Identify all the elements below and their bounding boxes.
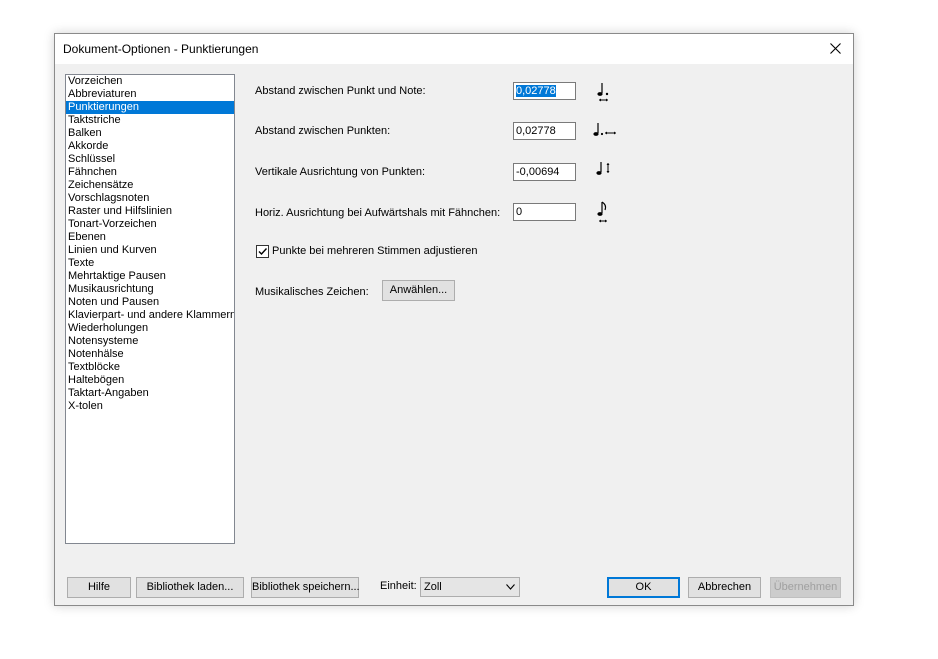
- dot-dot-distance-label: Abstand zwischen Punkten:: [255, 125, 391, 137]
- dot-note-distance-label: Abstand zwischen Punkt und Note:: [255, 85, 426, 97]
- unit-select-value: Zoll: [424, 581, 442, 593]
- apply-button: Übernehmen: [770, 577, 841, 598]
- save-library-button[interactable]: Bibliothek speichern...: [251, 577, 360, 598]
- ok-button[interactable]: OK: [607, 577, 680, 598]
- unit-select[interactable]: Zoll: [420, 577, 520, 597]
- vertical-alignment-label: Vertikale Ausrichtung von Punkten:: [255, 166, 425, 178]
- dot-dot-distance-field[interactable]: 0,02778: [513, 122, 576, 140]
- category-item[interactable]: Raster und Hilfslinien: [66, 205, 234, 218]
- category-item[interactable]: Taktstriche: [66, 114, 234, 127]
- adjust-multiple-voices-label: Punkte bei mehreren Stimmen adjustieren: [272, 245, 478, 257]
- category-item[interactable]: Wiederholungen: [66, 322, 234, 335]
- category-item[interactable]: Akkorde: [66, 140, 234, 153]
- vertical-alignment-icon: [596, 162, 610, 175]
- dot-note-spacing-icon: [597, 83, 609, 102]
- adjust-multiple-voices-checkbox[interactable]: [256, 245, 269, 258]
- category-item[interactable]: Schlüssel: [66, 153, 234, 166]
- music-symbol-label: Musikalisches Zeichen:: [255, 286, 369, 298]
- flag-upstem-alignment-icon: [597, 201, 607, 223]
- category-item[interactable]: Mehrtaktige Pausen: [66, 270, 234, 283]
- dot-note-distance-field[interactable]: 0,02778: [513, 82, 576, 100]
- close-icon[interactable]: [823, 36, 849, 62]
- title-bar: Dokument-Optionen - Punktierungen: [55, 34, 853, 64]
- category-item[interactable]: Textblöcke: [66, 361, 234, 374]
- category-item[interactable]: Musikausrichtung: [66, 283, 234, 296]
- dialog-title: Dokument-Optionen - Punktierungen: [63, 42, 259, 56]
- vertical-alignment-field[interactable]: -0,00694: [513, 163, 576, 181]
- category-item[interactable]: Vorschlagsnoten: [66, 192, 234, 205]
- unit-label: Einheit:: [380, 580, 417, 592]
- category-item[interactable]: Notenhälse: [66, 348, 234, 361]
- document-options-dialog: Dokument-Optionen - Punktierungen Vorzei…: [54, 33, 854, 606]
- category-item[interactable]: Ebenen: [66, 231, 234, 244]
- checkmark-icon: [258, 248, 268, 256]
- category-item[interactable]: Vorzeichen: [66, 75, 234, 88]
- select-symbol-button[interactable]: Anwählen...: [382, 280, 455, 301]
- category-item[interactable]: X-tolen: [66, 400, 234, 413]
- category-item[interactable]: Tonart-Vorzeichen: [66, 218, 234, 231]
- dot-dot-spacing-icon: [593, 123, 616, 136]
- category-item[interactable]: Haltebögen: [66, 374, 234, 387]
- category-item[interactable]: Linien und Kurven: [66, 244, 234, 257]
- category-item[interactable]: Abbreviaturen: [66, 88, 234, 101]
- category-item[interactable]: Texte: [66, 257, 234, 270]
- category-item[interactable]: Punktierungen: [66, 101, 234, 114]
- category-item[interactable]: Taktart-Angaben: [66, 387, 234, 400]
- help-button[interactable]: Hilfe: [67, 577, 131, 598]
- chevron-down-icon: [506, 584, 515, 590]
- category-item[interactable]: Balken: [66, 127, 234, 140]
- category-item[interactable]: Zeichensätze: [66, 179, 234, 192]
- category-item[interactable]: Fähnchen: [66, 166, 234, 179]
- horizontal-alignment-label: Horiz. Ausrichtung bei Aufwärtshals mit …: [255, 207, 501, 219]
- category-item[interactable]: Notensysteme: [66, 335, 234, 348]
- category-item[interactable]: Noten und Pausen: [66, 296, 234, 309]
- category-list[interactable]: Vorzeichen Abbreviaturen Punktierungen Takt…: [65, 74, 235, 544]
- category-item[interactable]: Klavierpart- und andere Klammern: [66, 309, 234, 322]
- horizontal-alignment-field[interactable]: 0: [513, 203, 576, 221]
- cancel-button[interactable]: Abbrechen: [688, 577, 761, 598]
- load-library-button[interactable]: Bibliothek laden...: [136, 577, 244, 598]
